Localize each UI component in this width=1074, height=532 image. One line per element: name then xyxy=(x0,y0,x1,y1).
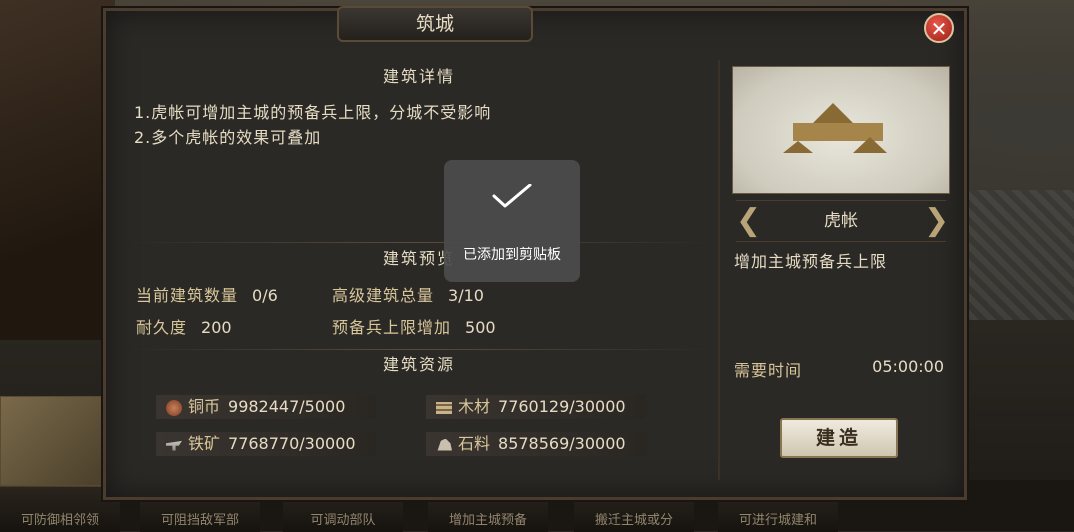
build-button[interactable]: 建造 xyxy=(780,418,898,458)
current-count-stat: 当前建筑数量 0/6 xyxy=(136,282,278,306)
current-count-value: 0/6 xyxy=(252,286,278,305)
copper-coin-icon xyxy=(166,399,182,416)
stone-icon xyxy=(437,438,452,451)
bottom-item-text: 增加主城预备 xyxy=(448,513,527,528)
reserve-label: 预备兵上限增加 xyxy=(332,318,452,337)
building-selector: ❮ 虎帐 ❯ 增加主城预备兵上限 需要时间 05:00:00 建造 xyxy=(726,60,954,480)
resource-label: 铁矿 xyxy=(188,434,221,453)
panel-divider xyxy=(718,60,720,480)
building-description: 增加主城预备兵上限 xyxy=(734,252,888,271)
resource-amount: 7760129/30000 xyxy=(498,397,626,416)
tower-thumbnail[interactable] xyxy=(0,396,108,486)
resource-stone: 石料 8578569/30000 xyxy=(426,432,646,456)
resource-amount: 8578569/30000 xyxy=(498,434,626,453)
durability-value: 200 xyxy=(201,318,232,337)
bottom-item-text: 可阻挡敌军部 xyxy=(160,513,239,528)
building-name: 虎帐 xyxy=(824,211,858,231)
bottom-item-text: 可调动部队 xyxy=(310,513,376,528)
time-value: 05:00:00 xyxy=(872,357,944,376)
durability-label: 耐久度 xyxy=(136,318,188,337)
resource-label: 铜币 xyxy=(188,397,221,416)
building-preview-image xyxy=(732,66,950,194)
details-line: 1.虎帐可增加主城的预备兵上限，分城不受影响 xyxy=(134,103,492,122)
resource-amount: 9982447/5000 xyxy=(228,397,346,416)
wood-icon xyxy=(436,401,452,414)
resource-amount: 7768770/30000 xyxy=(228,434,356,453)
advanced-total-stat: 高级建筑总量 3/10 xyxy=(332,282,484,306)
bottom-item[interactable]: 可防御相邻领 xyxy=(0,486,120,532)
details-line: 2.多个虎帐的效果可叠加 xyxy=(134,128,322,147)
time-label: 需要时间 xyxy=(734,361,803,380)
dialog-title: 筑城 xyxy=(337,6,533,42)
current-count-label: 当前建筑数量 xyxy=(136,286,239,305)
resource-copper: 铜币 9982447/5000 xyxy=(156,395,376,419)
iron-anvil-icon xyxy=(166,440,182,451)
bottom-item-text: 可防御相邻领 xyxy=(20,513,99,528)
reserve-value: 500 xyxy=(465,318,496,337)
next-building-button[interactable]: ❯ xyxy=(924,205,949,237)
resource-label: 木材 xyxy=(458,397,491,416)
resource-label: 石料 xyxy=(458,434,491,453)
details-heading: 建筑详情 xyxy=(382,67,455,86)
divider xyxy=(126,349,712,350)
general-portrait xyxy=(0,0,115,340)
advanced-total-label: 高级建筑总量 xyxy=(332,286,435,305)
details-text: 1.虎帐可增加主城的预备兵上限，分城不受影响 2.多个虎帐的效果可叠加 xyxy=(134,100,491,150)
preview-heading: 建筑预览 xyxy=(382,249,455,268)
durability-stat: 耐久度 200 xyxy=(136,314,232,338)
prev-building-button[interactable]: ❮ xyxy=(736,205,761,237)
advanced-total-value: 3/10 xyxy=(448,286,484,305)
resource-wood: 木材 7760129/30000 xyxy=(426,395,646,419)
toast-message: 已添加到剪贴板 xyxy=(463,247,561,263)
city-wall-scene xyxy=(954,190,1074,320)
bottom-item-text: 搬迁主城或分 xyxy=(594,513,673,528)
resource-iron: 铁矿 7768770/30000 xyxy=(156,432,376,456)
checkmark-icon xyxy=(492,184,532,208)
bottom-item-text: 可进行城建和 xyxy=(738,513,817,528)
divider xyxy=(126,242,712,243)
close-button[interactable]: ✕ xyxy=(924,13,954,43)
reserve-stat: 预备兵上限增加 500 xyxy=(332,314,496,338)
tiger-camp-illustration xyxy=(783,97,893,157)
building-switcher: ❮ 虎帐 ❯ xyxy=(736,200,949,242)
clipboard-toast: 已添加到剪贴板 xyxy=(444,160,580,282)
resources-heading: 建筑资源 xyxy=(382,355,455,374)
building-info-area: 建筑详情 1.虎帐可增加主城的预备兵上限，分城不受影响 2.多个虎帐的效果可叠加… xyxy=(126,62,712,480)
